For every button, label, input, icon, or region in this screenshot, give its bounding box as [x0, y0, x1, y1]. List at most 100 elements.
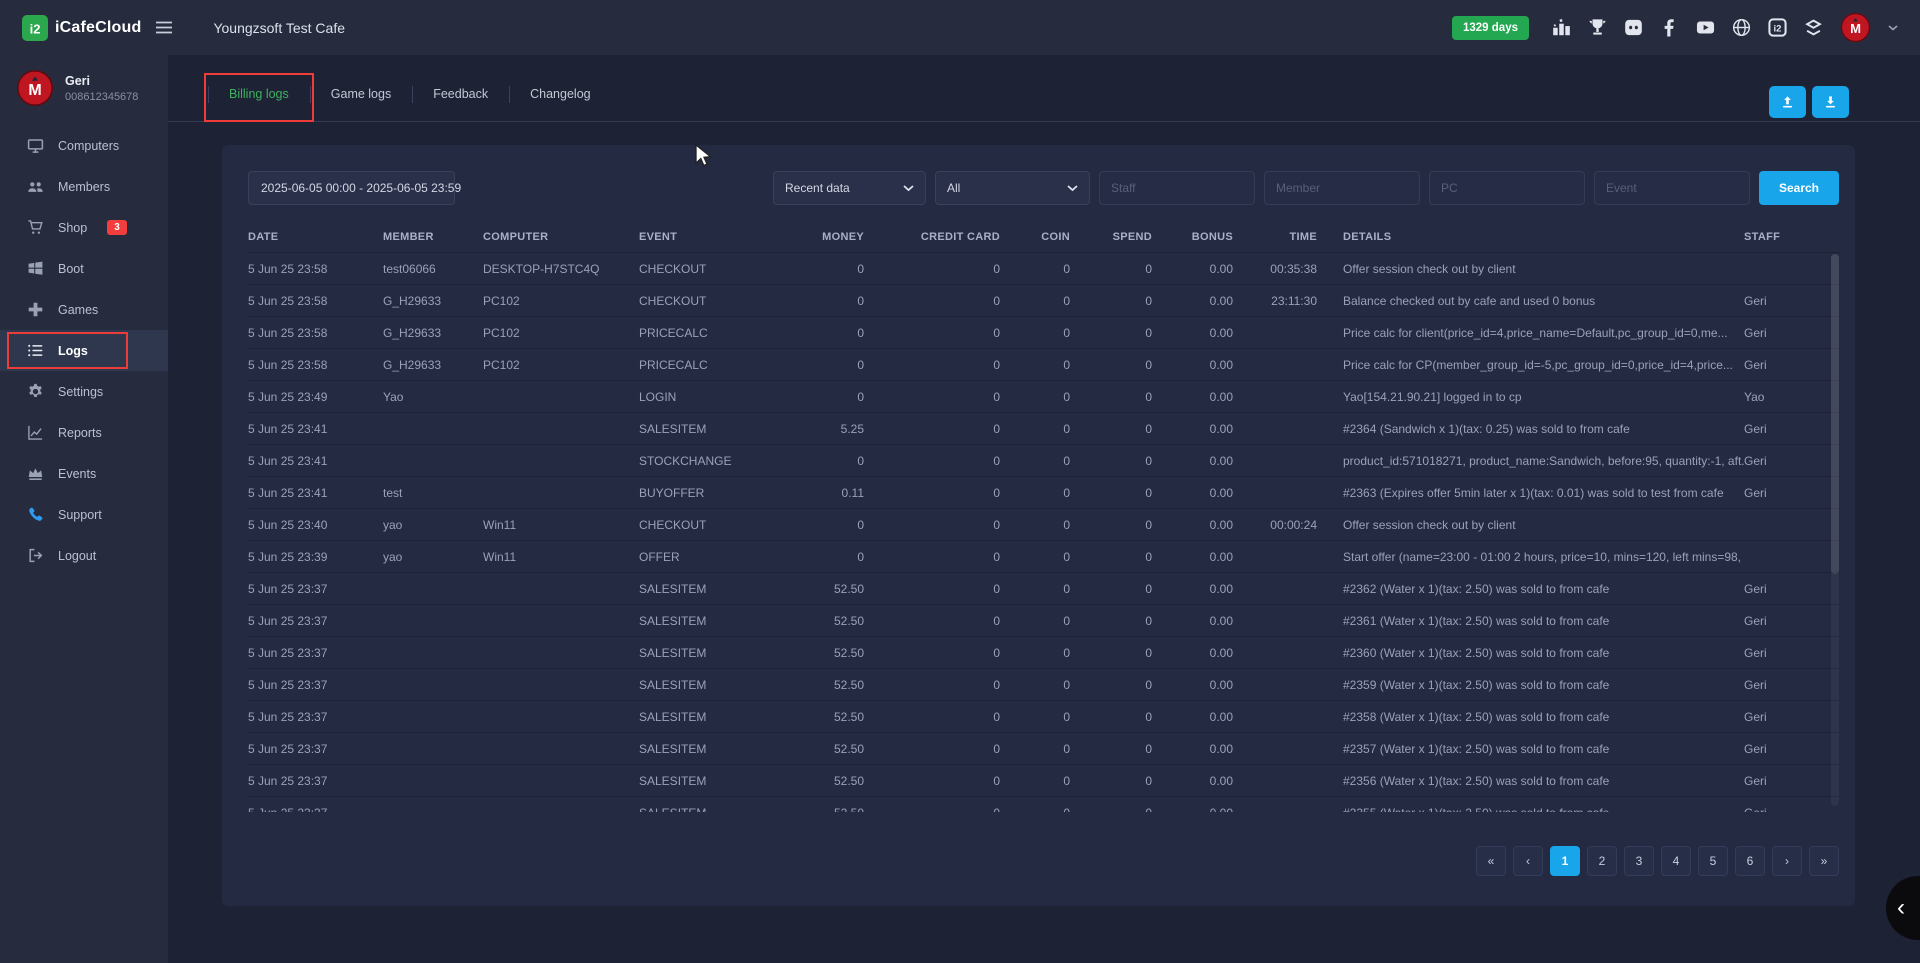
youtube-icon[interactable]	[1696, 18, 1715, 37]
sidebar-item-support[interactable]: Support	[0, 494, 168, 535]
page-button-prev[interactable]: ‹	[1513, 846, 1543, 876]
cell-staff: Geri	[1744, 422, 1839, 436]
cell-event: SALESITEM	[639, 422, 784, 436]
games-icon	[27, 301, 44, 318]
cell-staff: Geri	[1744, 454, 1839, 468]
cell-coin: 0	[1000, 358, 1070, 372]
page-button-4[interactable]: 4	[1661, 846, 1691, 876]
support-icon	[27, 506, 44, 523]
cell-time: 00:35:38	[1233, 262, 1317, 276]
cell-coin: 0	[1000, 710, 1070, 724]
cell-event: SALESITEM	[639, 614, 784, 628]
page-button-next[interactable]: ›	[1772, 846, 1802, 876]
table-row: 5 Jun 25 23:58 G_H29633 PC102 PRICECALC …	[248, 348, 1839, 380]
cell-money: 5.25	[784, 422, 864, 436]
cell-spend: 0	[1070, 678, 1152, 692]
tab-billing-logs[interactable]: Billing logs	[208, 87, 310, 121]
cell-computer: PC102	[483, 326, 639, 340]
page-button-5[interactable]: 5	[1698, 846, 1728, 876]
sidebar-item-logout[interactable]: Logout	[0, 535, 168, 576]
hamburger-menu-icon[interactable]	[155, 21, 173, 34]
sidebar-item-shop[interactable]: Shop 3	[0, 207, 168, 248]
cell-money: 52.50	[784, 710, 864, 724]
sidebar-item-members[interactable]: Members	[0, 166, 168, 207]
event-input[interactable]	[1594, 171, 1750, 205]
cell-event: SALESITEM	[639, 582, 784, 596]
table-row: 5 Jun 25 23:37 SALESITEM 52.50 0 0 0 0.0…	[248, 668, 1839, 700]
cell-event: SALESITEM	[639, 646, 784, 660]
tab-changelog[interactable]: Changelog	[509, 87, 611, 121]
page-button-first[interactable]: «	[1476, 846, 1506, 876]
page-button-2[interactable]: 2	[1587, 846, 1617, 876]
cell-date: 5 Jun 25 23:40	[248, 518, 383, 532]
discord-icon[interactable]	[1624, 18, 1643, 37]
cell-details: Yao[154.21.90.21] logged in to cp	[1317, 390, 1744, 404]
cell-details: Price calc for CP(member_group_id=-5,pc_…	[1317, 358, 1744, 372]
user-avatar[interactable]: M	[1840, 12, 1871, 43]
cell-date: 5 Jun 25 23:37	[248, 646, 383, 660]
cell-money: 0	[784, 294, 864, 308]
cell-bonus: 0.00	[1152, 774, 1233, 788]
cell-date: 5 Jun 25 23:37	[248, 582, 383, 596]
staff-input[interactable]	[1099, 171, 1255, 205]
cell-details: #2360 (Water x 1)(tax: 2.50) was sold to…	[1317, 646, 1744, 660]
cell-details: product_id:571018271, product_name:Sandw…	[1317, 454, 1744, 468]
cell-event: OFFER	[639, 550, 784, 564]
cell-bonus: 0.00	[1152, 358, 1233, 372]
icafecloud-icon[interactable]: i2	[1768, 18, 1787, 37]
col-details: DETAILS	[1317, 231, 1744, 243]
sidebar-item-logs[interactable]: Logs	[0, 330, 168, 371]
page-button-last[interactable]: »	[1809, 846, 1839, 876]
upload-button[interactable]	[1769, 86, 1806, 118]
cell-details: Offer session check out by client	[1317, 262, 1744, 276]
recent-data-select[interactable]: Recent data	[773, 171, 926, 205]
table-row: 5 Jun 25 23:37 SALESITEM 52.50 0 0 0 0.0…	[248, 764, 1839, 796]
date-range-input[interactable]: 2025-06-05 00:00 - 2025-06-05 23:59	[248, 171, 455, 205]
globe-icon[interactable]	[1732, 18, 1751, 37]
cell-event: PRICECALC	[639, 326, 784, 340]
cell-money: 52.50	[784, 774, 864, 788]
cell-details: #2356 (Water x 1)(tax: 2.50) was sold to…	[1317, 774, 1744, 788]
cell-coin: 0	[1000, 486, 1070, 500]
table-row: 5 Jun 25 23:58 G_H29633 PC102 CHECKOUT 0…	[248, 284, 1839, 316]
sidebar-item-boot[interactable]: Boot	[0, 248, 168, 289]
page-button-1[interactable]: 1	[1550, 846, 1580, 876]
sidebar-item-computers[interactable]: Computers	[0, 125, 168, 166]
edge-panel-toggle[interactable]: ‹	[1886, 876, 1920, 940]
trophy-icon[interactable]	[1588, 18, 1607, 37]
cell-member: yao	[383, 550, 483, 564]
event-type-select[interactable]: All	[935, 171, 1090, 205]
sidebar-item-games[interactable]: Games	[0, 289, 168, 330]
cell-details: #2355 (Water x 1)(tax: 2.50) was sold to…	[1317, 806, 1744, 813]
cell-date: 5 Jun 25 23:58	[248, 326, 383, 340]
days-badge[interactable]: 1329 days	[1452, 16, 1529, 40]
page-button-6[interactable]: 6	[1735, 846, 1765, 876]
sidebar-item-reports[interactable]: Reports	[0, 412, 168, 453]
cell-staff: Geri	[1744, 774, 1839, 788]
icafecloud-logo-icon: i2	[22, 15, 48, 41]
page-button-3[interactable]: 3	[1624, 846, 1654, 876]
table-scrollbar-thumb[interactable]	[1831, 254, 1839, 574]
col-bonus: BONUS	[1152, 231, 1233, 243]
table-scrollbar[interactable]	[1831, 254, 1839, 806]
cell-member: G_H29633	[383, 326, 483, 340]
sidebar-nav: Computers Members Shop 3 Boot	[0, 125, 168, 576]
tab-game-logs[interactable]: Game logs	[310, 87, 412, 121]
facebook-icon[interactable]	[1660, 18, 1679, 37]
cell-coin: 0	[1000, 582, 1070, 596]
cell-coin: 0	[1000, 806, 1070, 813]
download-button[interactable]	[1812, 86, 1849, 118]
tab-feedback[interactable]: Feedback	[412, 87, 509, 121]
sidebar-item-settings[interactable]: Settings	[0, 371, 168, 412]
cell-date: 5 Jun 25 23:41	[248, 454, 383, 468]
member-input[interactable]	[1264, 171, 1420, 205]
sidebar-item-events[interactable]: Events	[0, 453, 168, 494]
ranking-icon[interactable]	[1552, 18, 1571, 37]
cell-computer: DESKTOP-H7STC4Q	[483, 262, 639, 276]
search-button[interactable]: Search	[1759, 171, 1839, 205]
cell-details: #2359 (Water x 1)(tax: 2.50) was sold to…	[1317, 678, 1744, 692]
chevron-down-icon[interactable]	[1888, 25, 1898, 31]
cell-money: 0	[784, 390, 864, 404]
youngzsoft-icon[interactable]	[1804, 18, 1823, 37]
pc-input[interactable]	[1429, 171, 1585, 205]
